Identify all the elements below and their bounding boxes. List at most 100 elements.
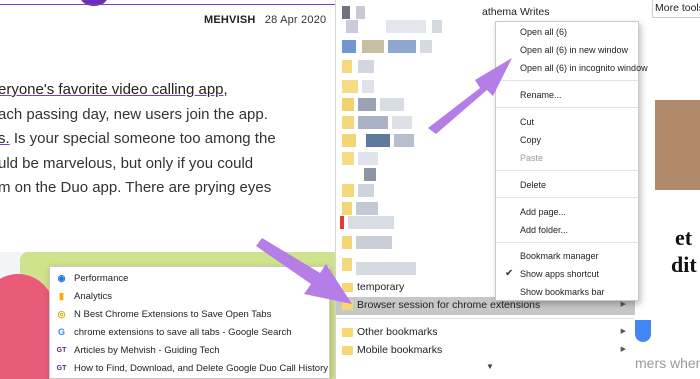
menu-item-bookmark-manager[interactable]: Bookmark manager bbox=[496, 247, 638, 265]
menu-item-cut[interactable]: Cut bbox=[496, 113, 638, 131]
article-link[interactable]: eryone's favorite video calling app, bbox=[0, 81, 228, 98]
bookmark-label: N Best Chrome Extensions to Save Open Ta… bbox=[74, 309, 272, 320]
gt-icon: GT bbox=[56, 347, 67, 354]
menu-item-more-tools[interactable]: More tools bbox=[652, 0, 700, 18]
blurred-favicon bbox=[346, 20, 358, 33]
blurred-text bbox=[356, 262, 416, 275]
bookmark-label: Articles by Mehvish - Guiding Tech bbox=[74, 345, 220, 356]
blurred-text bbox=[380, 98, 404, 111]
blurred-text bbox=[364, 168, 376, 181]
article-byline: MEHVISH 28 Apr 2020 bbox=[204, 14, 326, 26]
bookmark-item-google-search[interactable]: G chrome extensions to save all tabs - G… bbox=[50, 324, 329, 342]
bookmark-submenu: ◉ Performance ▮ Analytics ◎ N Best Chrom… bbox=[49, 266, 330, 379]
article-link[interactable]: s. bbox=[0, 130, 10, 147]
menu-item-rename[interactable]: Rename... bbox=[496, 86, 638, 104]
performance-icon: ◉ bbox=[57, 273, 66, 283]
bookmark-label: How to Find, Download, and Delete Google… bbox=[74, 363, 328, 374]
blurred-folder bbox=[342, 98, 354, 111]
article-line: m on the Duo app. There are prying eyes bbox=[0, 179, 272, 196]
menu-item-show-apps-shortcut[interactable]: ✔ Show apps shortcut bbox=[496, 265, 638, 283]
bookmark-item-analytics[interactable]: ▮ Analytics bbox=[50, 288, 329, 306]
checkmark-icon: ✔ bbox=[505, 268, 514, 279]
bookmark-label: Performance bbox=[74, 273, 129, 284]
submenu-arrow-icon: ▶ bbox=[620, 301, 626, 308]
article-line: s. Is your special someone too among the bbox=[0, 127, 335, 152]
side-heading: dit bbox=[671, 252, 697, 277]
menu-divider bbox=[496, 197, 638, 198]
blurred-text bbox=[358, 116, 388, 129]
menu-item-open-all-incognito[interactable]: Open all (6) in incognito window bbox=[496, 59, 648, 77]
blurred-text bbox=[386, 20, 426, 33]
blurred-text bbox=[348, 216, 394, 229]
blurred-text bbox=[358, 152, 378, 165]
bookmark-label: athema Writes bbox=[482, 6, 550, 18]
menu-item-copy[interactable]: Copy bbox=[496, 131, 638, 149]
blurred-text bbox=[358, 98, 376, 111]
blurred-text bbox=[362, 80, 374, 93]
blurred-folder bbox=[342, 134, 356, 147]
right-page-strip: et dit mers when bbox=[635, 0, 700, 379]
bookmark-item-best-extensions[interactable]: ◎ N Best Chrome Extensions to Save Open … bbox=[50, 306, 329, 324]
gt-icon: GT bbox=[56, 365, 67, 372]
bookmark-folder-other[interactable]: Other bookmarks ▶ bbox=[336, 324, 636, 342]
article-line-rest: Is your special someone too among the bbox=[9, 130, 276, 147]
bookmark-label: temporary bbox=[357, 281, 405, 293]
bookmark-label: Analytics bbox=[74, 291, 113, 302]
header-divider bbox=[0, 4, 335, 5]
article-line: ach passing day, new users join the app. bbox=[0, 105, 268, 123]
blurred-text bbox=[362, 40, 384, 53]
bookmark-label: Other bookmarks bbox=[357, 326, 438, 338]
submenu-arrow-icon: ▶ bbox=[620, 328, 626, 335]
blurred-folder bbox=[342, 116, 354, 129]
scroll-down-icon[interactable]: ▼ bbox=[486, 362, 494, 371]
blurred-text bbox=[358, 184, 374, 197]
blurred-text bbox=[394, 134, 414, 147]
menu-item-open-all-new-window[interactable]: Open all (6) in new window bbox=[496, 41, 638, 59]
blurred-folder bbox=[342, 152, 354, 165]
bookmark-item-duo-history[interactable]: GT How to Find, Download, and Delete Goo… bbox=[50, 360, 329, 378]
analytics-icon: ▮ bbox=[59, 291, 64, 301]
bookmark-item-performance[interactable]: ◉ Performance bbox=[50, 270, 329, 288]
menu-item-label: Show apps shortcut bbox=[520, 269, 600, 279]
article-body: eryone's favorite video calling app, ach… bbox=[0, 78, 335, 201]
bookmark-label: chrome extensions to save all tabs - Goo… bbox=[74, 327, 292, 338]
side-caption: mers when bbox=[635, 355, 700, 371]
author-name[interactable]: MEHVISH bbox=[204, 14, 256, 26]
menu-item-delete[interactable]: Delete bbox=[496, 176, 638, 194]
context-menu: Open all (6) Open all (6) in new window … bbox=[495, 21, 648, 301]
bookmark-folder-mobile[interactable]: Mobile bookmarks ▶ bbox=[336, 342, 636, 360]
folder-icon bbox=[342, 328, 353, 337]
bookmark-item-articles-mehvish[interactable]: GT Articles by Mehvish - Guiding Tech bbox=[50, 342, 329, 360]
menu-item-paste: Paste bbox=[520, 153, 544, 163]
blurred-text bbox=[420, 40, 432, 53]
blurred-folder bbox=[342, 184, 354, 197]
bookmark-item-athema-writes[interactable]: athema Writes bbox=[336, 4, 636, 22]
menu-divider bbox=[496, 107, 638, 108]
menu-item-add-folder[interactable]: Add folder... bbox=[496, 221, 638, 239]
side-heading: et bbox=[675, 225, 693, 250]
blurred-folder bbox=[342, 236, 352, 249]
menu-item-open-all[interactable]: Open all (6) bbox=[496, 23, 638, 41]
article-line: uld be marvelous, but only if you could bbox=[0, 154, 254, 172]
folder-icon bbox=[342, 346, 353, 355]
blurred-text bbox=[356, 202, 378, 215]
google-icon: G bbox=[57, 327, 65, 337]
folder-icon bbox=[342, 283, 353, 292]
blurred-folder bbox=[342, 60, 352, 73]
blurred-favicon bbox=[340, 216, 344, 229]
site-logo bbox=[80, 0, 108, 6]
menu-item-add-page[interactable]: Add page... bbox=[496, 203, 638, 221]
menu-divider bbox=[496, 242, 638, 243]
hero-pink-shape bbox=[0, 274, 54, 379]
blurred-text bbox=[366, 134, 390, 147]
blurred-folder bbox=[342, 258, 352, 271]
blurred-text bbox=[432, 20, 442, 33]
blurred-text bbox=[388, 40, 416, 53]
folder-icon bbox=[342, 301, 353, 310]
menu-divider bbox=[496, 170, 638, 171]
blurred-text bbox=[392, 116, 412, 129]
blurred-text bbox=[356, 236, 392, 249]
menu-item-show-bookmarks-bar[interactable]: Show bookmarks bar bbox=[496, 283, 638, 301]
publish-date: 28 Apr 2020 bbox=[264, 14, 327, 26]
blurred-folder bbox=[342, 202, 352, 215]
